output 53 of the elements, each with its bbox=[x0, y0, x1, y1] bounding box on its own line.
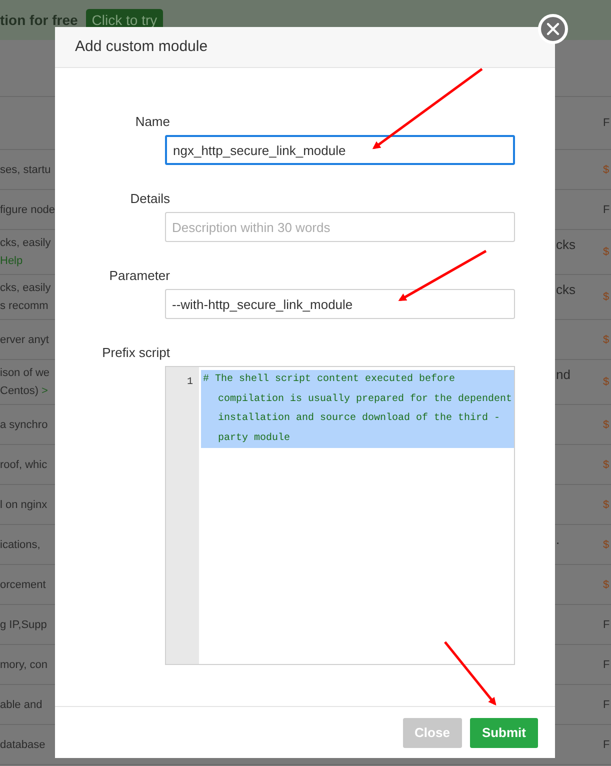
table-cell-text: l on nginx bbox=[0, 498, 48, 512]
table-cell-text: F bbox=[603, 202, 611, 218]
table-cell-text: $ bbox=[603, 245, 610, 260]
table-cell-text: F bbox=[603, 658, 611, 672]
input-field[interactable]: --with-http_secure_link_module bbox=[165, 289, 515, 319]
code-text: # The shell script content executed before compilation is usually prepared for the dependent installation and source download of the third -party module bbox=[201, 370, 514, 448]
field-label: Prefix script bbox=[102, 345, 170, 360]
table-cell-text: $ bbox=[603, 418, 610, 432]
table-cell-text: a synchro bbox=[0, 418, 48, 432]
table-cell-text: s recomm bbox=[0, 299, 48, 314]
code-editor[interactable]: 1 # The shell script content executed before compilation is usually prepared for the dependent installation and source download of the third -party module bbox=[165, 366, 515, 665]
table-cell: nd bbox=[556, 367, 570, 382]
table-cell: cks bbox=[556, 237, 576, 252]
table-cell-text: figure node bbox=[0, 202, 56, 218]
table-cell: cks bbox=[556, 282, 576, 297]
table-cell-text: Centos) bbox=[0, 384, 39, 399]
table-cell-text: $ bbox=[603, 458, 610, 472]
table-cell-text: $ bbox=[603, 332, 610, 348]
table-cell-text: database bbox=[0, 738, 46, 752]
table-cell-text: ications, bbox=[0, 538, 40, 552]
dialog-title: Add custom module bbox=[75, 36, 208, 57]
table-cell-text: $ bbox=[603, 578, 610, 592]
field-label: Parameter bbox=[109, 268, 170, 283]
help-link[interactable]: Help bbox=[0, 252, 23, 270]
table-cell-text: roof, whic bbox=[0, 458, 48, 472]
table-cell-text: F bbox=[603, 698, 611, 712]
submit-button[interactable]: Submit bbox=[470, 718, 538, 748]
table-cell-text: $ bbox=[603, 538, 610, 552]
input-field[interactable]: Description within 30 words bbox=[165, 212, 515, 242]
table-cell-text: orcement bbox=[0, 578, 46, 592]
table-cell-text: g IP,Supp bbox=[0, 618, 47, 632]
table-cell-text: ses, startu bbox=[0, 162, 51, 178]
table-cell-text: F bbox=[603, 738, 611, 752]
annotation-arrow bbox=[444, 641, 496, 706]
table-cell-text: $ bbox=[603, 375, 610, 390]
help-link[interactable]: > bbox=[42, 382, 48, 400]
table-header-cell-text: F bbox=[603, 116, 611, 131]
table-cell-text: able and bbox=[0, 698, 42, 712]
line-number: 1 bbox=[186, 377, 193, 388]
input-field[interactable]: ngx_http_secure_link_module bbox=[165, 135, 515, 165]
field-label: Name bbox=[135, 114, 170, 129]
table-cell-text: erver anyt bbox=[0, 332, 49, 348]
table-cell-text: ison of we bbox=[0, 366, 50, 381]
table-cell-text: cks, easily bbox=[0, 236, 51, 251]
table-cell-text: cks, easily bbox=[0, 281, 51, 296]
table-cell-text: $ bbox=[603, 498, 610, 512]
table-cell-text: mory, con bbox=[0, 658, 48, 672]
table-cell-text: F bbox=[603, 618, 611, 632]
banner-text: tion for free bbox=[0, 10, 78, 30]
table-cell-text: $ bbox=[603, 162, 610, 178]
table-cell: . bbox=[556, 532, 560, 547]
table-cell-text: $ bbox=[603, 290, 610, 305]
field-label: Details bbox=[130, 191, 170, 206]
